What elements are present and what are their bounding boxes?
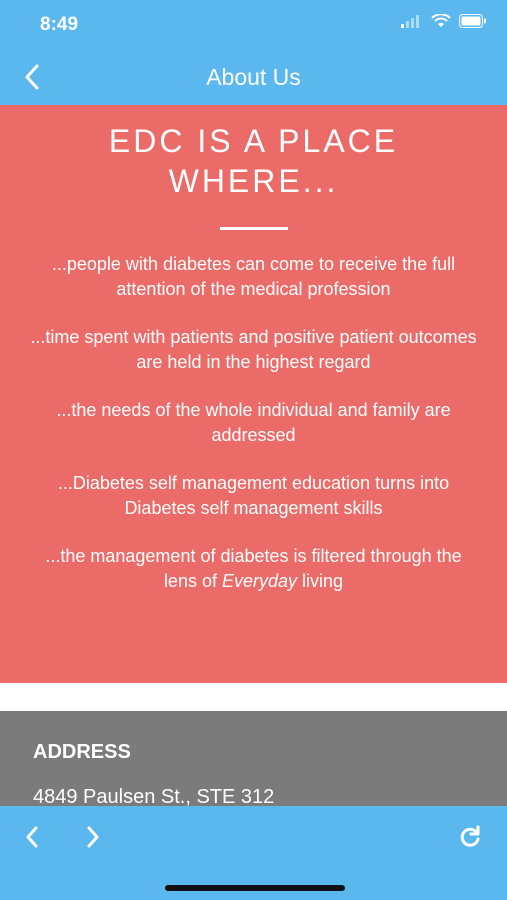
paragraph-2: ...time spent with patients and positive… bbox=[30, 327, 477, 372]
paragraph-1: ...people with diabetes can come to rece… bbox=[51, 254, 456, 299]
chevron-left-icon bbox=[26, 826, 38, 848]
status-icons bbox=[401, 14, 487, 28]
divider bbox=[219, 227, 288, 230]
paragraph-5: ...the management of diabetes is filtere… bbox=[30, 544, 477, 593]
address-section: ADDRESS 4849 Paulsen St., STE 312 bbox=[0, 711, 507, 809]
refresh-button[interactable] bbox=[453, 820, 487, 854]
browser-back-button[interactable] bbox=[16, 820, 50, 854]
top-app-bar: 8:49 About Us bbox=[0, 0, 507, 105]
home-indicator bbox=[165, 885, 345, 891]
status-time: 8:49 bbox=[40, 14, 79, 35]
signal-icon bbox=[401, 15, 419, 28]
paragraph-5-tail: living bbox=[297, 570, 344, 591]
chevron-right-icon bbox=[87, 826, 99, 848]
wifi-icon bbox=[431, 14, 451, 27]
refresh-icon bbox=[460, 825, 480, 847]
about-content: EDC IS A PLACE WHERE... ...people with d… bbox=[0, 105, 507, 683]
page-title: About Us bbox=[206, 64, 301, 90]
battery-icon bbox=[459, 14, 486, 28]
paragraph-3: ...the needs of the whole individual and… bbox=[56, 400, 451, 445]
address-heading: ADDRESS bbox=[33, 741, 131, 763]
browser-forward-button[interactable] bbox=[76, 820, 110, 854]
paragraph-4: ...Diabetes self management education tu… bbox=[57, 473, 450, 518]
paragraph-5-emphasis: Everyday bbox=[221, 570, 298, 591]
headline: EDC IS A PLACE WHERE... bbox=[108, 123, 399, 199]
